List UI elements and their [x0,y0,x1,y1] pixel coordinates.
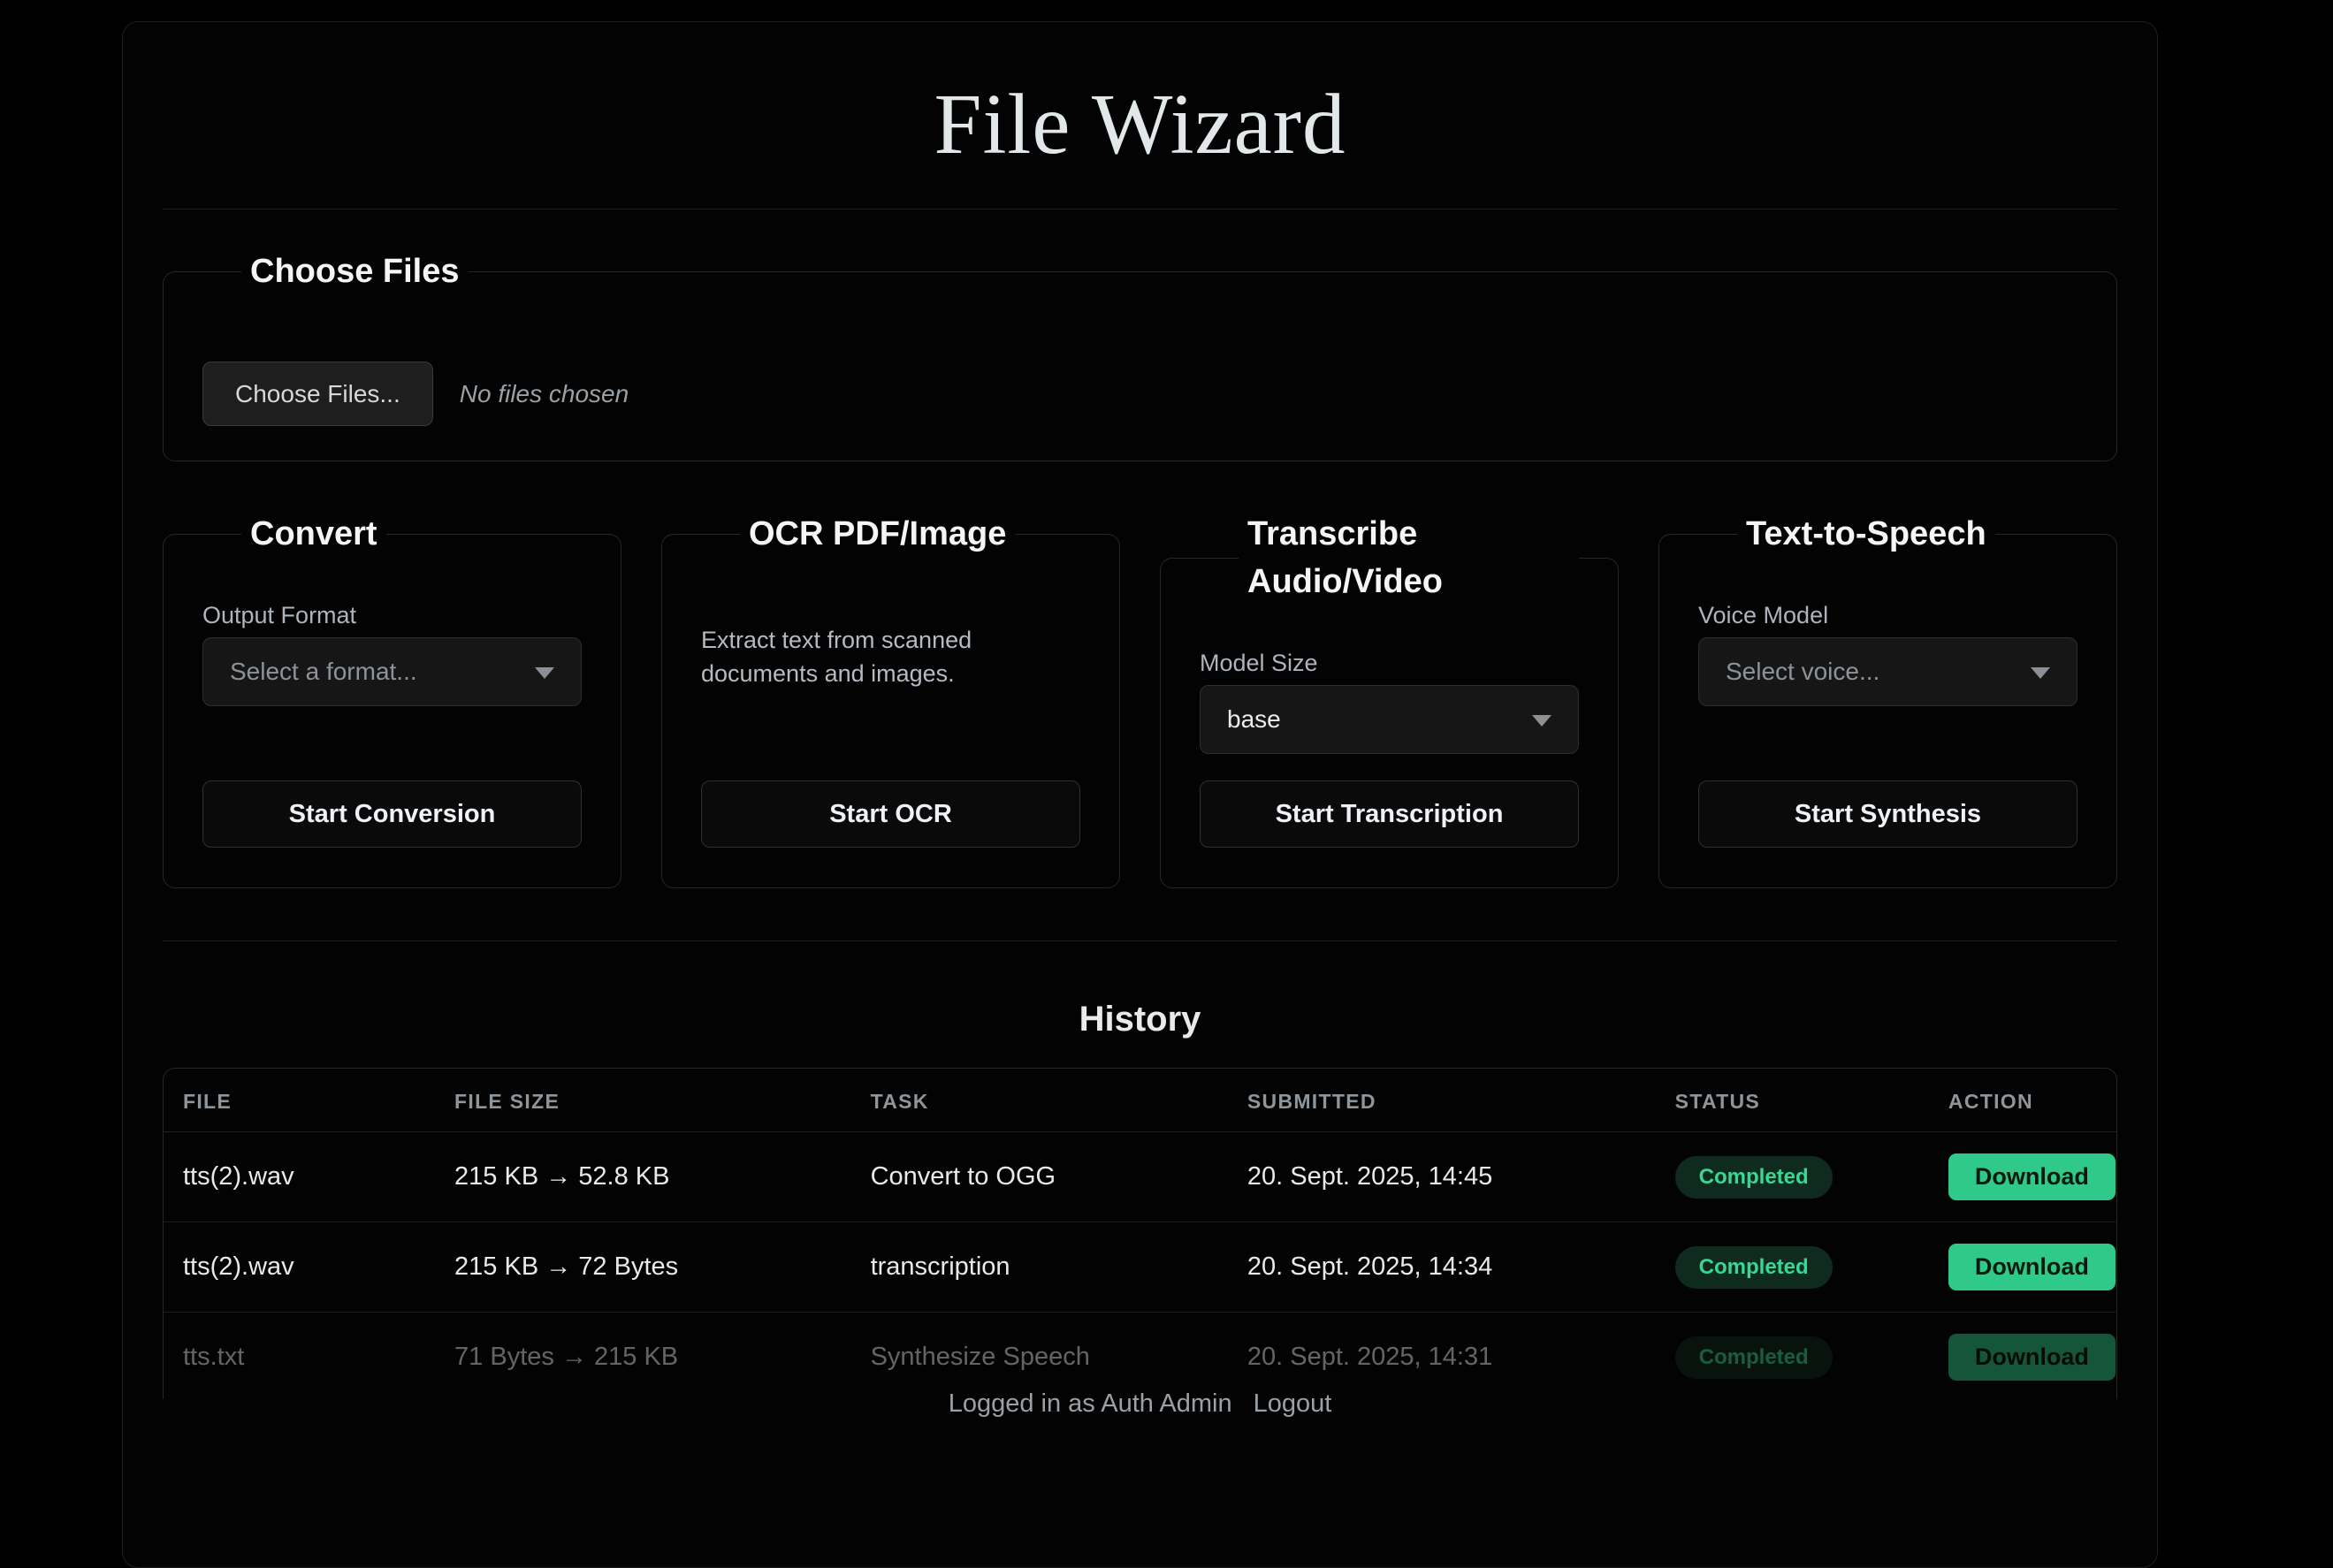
table-row: tts(2).wav 215 KB → 52.8 KB Convert to O… [164,1132,2116,1222]
table-row: tts(2).wav 215 KB → 72 Bytes transcripti… [164,1222,2116,1313]
chevron-down-icon [2031,667,2050,679]
task-cards: Convert Output Format Select a format...… [163,510,2117,888]
cell-file-size: 71 Bytes → 215 KB [435,1313,851,1400]
voice-model-select-value: Select voice... [1726,658,1879,686]
start-transcription-button[interactable]: Start Transcription [1200,780,1579,848]
status-badge: Completed [1675,1156,1833,1199]
cell-file-size: 215 KB → 52.8 KB [435,1132,851,1222]
choose-files-button[interactable]: Choose Files... [202,362,433,426]
logged-in-text: Logged in as Auth Admin [949,1389,1232,1418]
footer: Logged in as Auth Admin Logout [163,1388,2117,1420]
ocr-card-legend: OCR PDF/Image [740,510,1015,558]
chevron-down-icon [535,667,554,679]
convert-card-body: Output Format Select a format... Start C… [202,600,582,848]
model-size-select-value: base [1227,705,1281,734]
output-format-label: Output Format [202,600,582,630]
transcribe-card-legend: Transcribe Audio/Video [1239,510,1579,605]
cell-submitted: 20. Sept. 2025, 14:34 [1228,1222,1656,1313]
tts-card: Text-to-Speech Voice Model Select voice.… [1658,510,2117,888]
cell-file-size: 215 KB → 72 Bytes [435,1222,851,1313]
model-size-select[interactable]: base [1200,685,1579,754]
column-header-task: TASK [851,1069,1228,1132]
ocr-card: OCR PDF/Image Extract text from scanned … [661,510,1120,888]
page-title: File Wizard [163,73,2117,176]
column-header-file: FILE [164,1069,435,1132]
start-ocr-button[interactable]: Start OCR [701,780,1080,848]
cell-file: tts.txt [164,1313,435,1400]
column-header-action: ACTION [1929,1069,2116,1132]
download-button[interactable]: Download [1948,1334,2116,1381]
transcribe-card-body: Model Size base Start Transcription [1200,648,1579,848]
table-header-row: FILE FILE SIZE TASK SUBMITTED STATUS ACT… [164,1069,2116,1132]
cell-file: tts(2).wav [164,1222,435,1313]
choose-files-row: Choose Files... No files chosen [202,362,2078,426]
voice-model-label: Voice Model [1698,600,2078,630]
logout-link[interactable]: Logout [1254,1389,1332,1418]
download-button[interactable]: Download [1948,1153,2116,1200]
choose-files-legend: Choose Files [241,247,469,295]
cell-submitted: 20. Sept. 2025, 14:45 [1228,1132,1656,1222]
tts-card-body: Voice Model Select voice... Start Synthe… [1698,600,2078,848]
cell-submitted: 20. Sept. 2025, 14:31 [1228,1313,1656,1400]
voice-model-select[interactable]: Select voice... [1698,637,2078,706]
cell-task: transcription [851,1222,1228,1313]
tts-card-legend: Text-to-Speech [1737,510,1995,558]
history-divider [163,940,2117,941]
history-table-container: FILE FILE SIZE TASK SUBMITTED STATUS ACT… [163,1068,2117,1399]
download-button[interactable]: Download [1948,1244,2116,1290]
choose-files-section: Choose Files Choose Files... No files ch… [163,247,2117,461]
status-badge: Completed [1675,1336,1833,1379]
output-format-select-value: Select a format... [230,658,417,686]
ocr-card-body: Extract text from scanned documents and … [701,600,1080,848]
cell-file: tts(2).wav [164,1132,435,1222]
history-heading: History [163,997,2117,1041]
cell-task: Synthesize Speech [851,1313,1228,1400]
column-header-file-size: FILE SIZE [435,1069,851,1132]
transcribe-card: Transcribe Audio/Video Model Size base S… [1160,510,1619,888]
status-badge: Completed [1675,1246,1833,1289]
ocr-description: Extract text from scanned documents and … [701,623,1080,690]
column-header-submitted: SUBMITTED [1228,1069,1656,1132]
column-header-status: STATUS [1656,1069,1929,1132]
main-container: File Wizard Choose Files Choose Files...… [122,21,2158,1568]
start-conversion-button[interactable]: Start Conversion [202,780,582,848]
convert-card-legend: Convert [241,510,386,558]
history-table: FILE FILE SIZE TASK SUBMITTED STATUS ACT… [164,1069,2116,1399]
no-files-chosen-text: No files chosen [460,380,629,408]
model-size-label: Model Size [1200,648,1579,678]
convert-card: Convert Output Format Select a format...… [163,510,621,888]
chevron-down-icon [1532,715,1552,727]
output-format-select[interactable]: Select a format... [202,637,582,706]
start-synthesis-button[interactable]: Start Synthesis [1698,780,2078,848]
table-row: tts.txt 71 Bytes → 215 KB Synthesize Spe… [164,1313,2116,1400]
cell-task: Convert to OGG [851,1132,1228,1222]
